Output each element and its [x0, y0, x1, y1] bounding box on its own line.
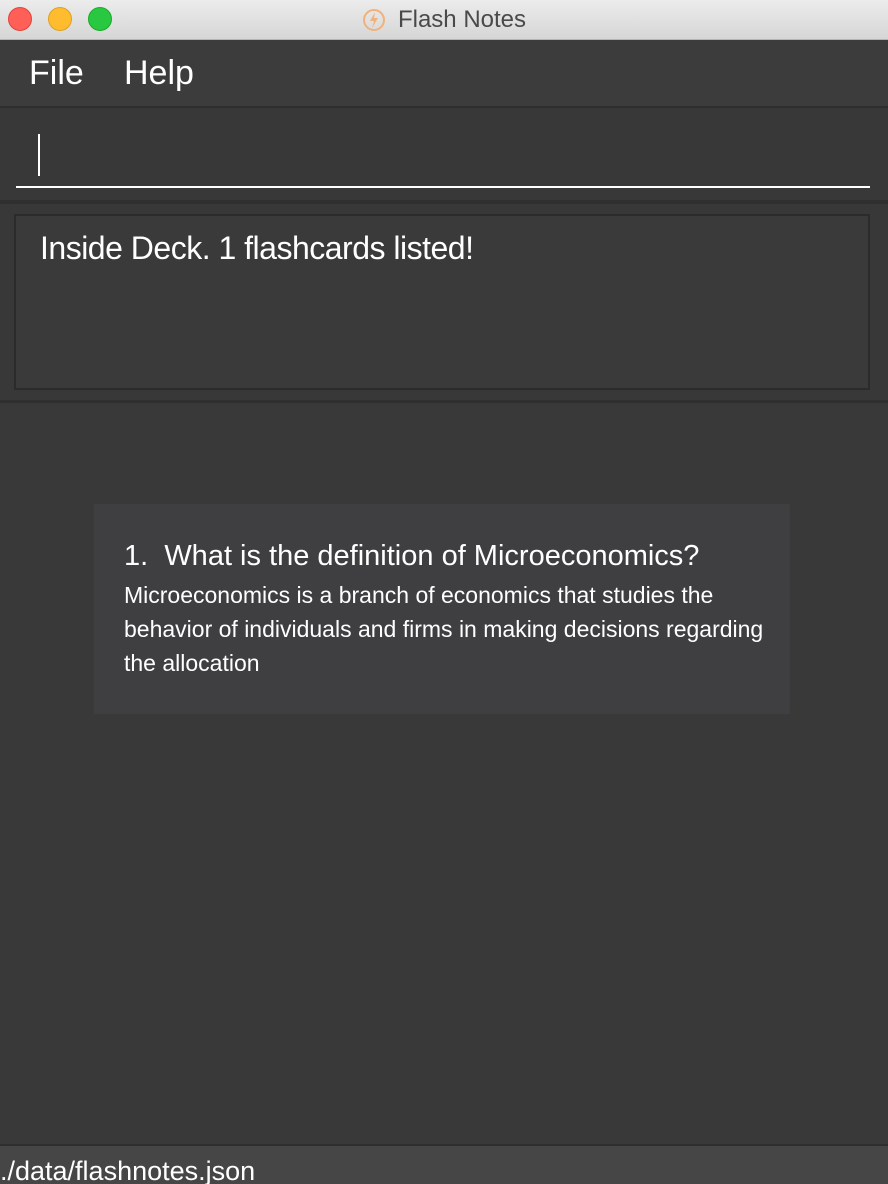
- window-title-group: Flash Notes: [0, 0, 888, 39]
- menu-bar: File Help: [0, 40, 888, 108]
- status-bar: ./data/flashnotes.json: [0, 1144, 888, 1184]
- text-caret: [38, 134, 40, 176]
- status-file-path: ./data/flashnotes.json: [0, 1156, 256, 1184]
- window-title: Flash Notes: [397, 5, 527, 33]
- app-window: Flash Notes File Help Inside Deck. 1 fla…: [0, 0, 888, 1184]
- flashcard-list[interactable]: 1. What is the definition of Microeconom…: [0, 403, 888, 1144]
- flashcard-question-line: 1. What is the definition of Microeconom…: [124, 540, 699, 573]
- flashcard-question: What is the definition of Microeconomics…: [164, 540, 700, 572]
- result-display-panel: Inside Deck. 1 flashcards listed!: [0, 204, 888, 403]
- flashcard-item[interactable]: 1. What is the definition of Microeconom…: [94, 504, 790, 714]
- flashcard-answer: Microeconomics is a branch of economics …: [124, 582, 764, 676]
- flashcard-index: 1.: [124, 540, 149, 572]
- result-message: Inside Deck. 1 flashcards listed!: [40, 230, 474, 266]
- result-display: Inside Deck. 1 flashcards listed!: [14, 214, 870, 390]
- lightning-bolt-icon: [362, 8, 385, 31]
- title-bar: Flash Notes: [0, 0, 888, 40]
- command-input[interactable]: [16, 126, 870, 188]
- menu-file[interactable]: File: [29, 40, 84, 106]
- menu-help[interactable]: Help: [124, 40, 194, 106]
- command-box-panel: [0, 108, 888, 204]
